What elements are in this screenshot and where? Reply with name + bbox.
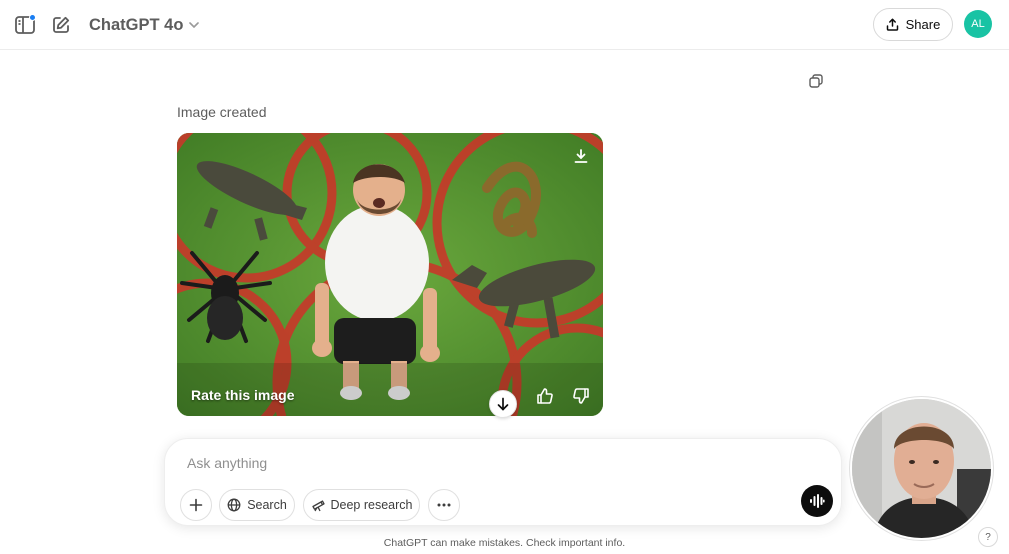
plus-icon [189, 498, 203, 512]
chevron-down-icon [189, 22, 200, 28]
deep-research-button[interactable]: Deep research [303, 489, 420, 521]
search-label: Search [247, 498, 287, 512]
voice-waveform-icon [810, 494, 825, 508]
telescope-icon [311, 500, 325, 512]
help-button[interactable]: ? [978, 527, 998, 547]
composer: Search Deep research [164, 438, 842, 526]
copy-icon[interactable] [807, 72, 825, 90]
thumb-up-icon[interactable] [534, 385, 556, 407]
disclaimer: ChatGPT can make mistakes. Check importa… [383, 537, 626, 549]
edit-icon[interactable] [49, 13, 73, 37]
thumb-down-icon[interactable] [570, 385, 592, 407]
deep-research-label: Deep research [330, 498, 413, 512]
webcam-overlay [850, 397, 993, 540]
model-name: ChatGPT 4o [89, 15, 184, 34]
share-upload-icon [886, 18, 898, 31]
image-created-status: Image created [177, 104, 267, 120]
model-selector[interactable]: ChatGPT 4o [89, 13, 200, 37]
notification-dot [29, 14, 36, 21]
more-horizontal-icon [437, 503, 451, 507]
arrow-down-icon [497, 397, 509, 411]
search-button[interactable]: Search [219, 489, 295, 521]
generated-image[interactable]: Rate this image [177, 133, 603, 416]
globe-icon [227, 498, 241, 512]
share-label: Share [905, 17, 941, 32]
sidebar-toggle-icon[interactable] [13, 13, 37, 37]
top-bar: ChatGPT 4o Share AL [0, 0, 1009, 50]
add-attachment-button[interactable] [180, 489, 212, 521]
avatar[interactable]: AL [964, 10, 992, 38]
prompt-input[interactable] [187, 451, 787, 475]
scroll-down-button[interactable] [489, 390, 517, 418]
more-options-button[interactable] [428, 489, 460, 521]
webcam-person-picture [852, 399, 991, 538]
download-icon[interactable] [571, 146, 591, 166]
generated-image-picture [177, 133, 603, 416]
rate-image-label: Rate this image [191, 387, 295, 403]
share-button[interactable]: Share [873, 8, 953, 41]
voice-mode-button[interactable] [801, 485, 833, 517]
